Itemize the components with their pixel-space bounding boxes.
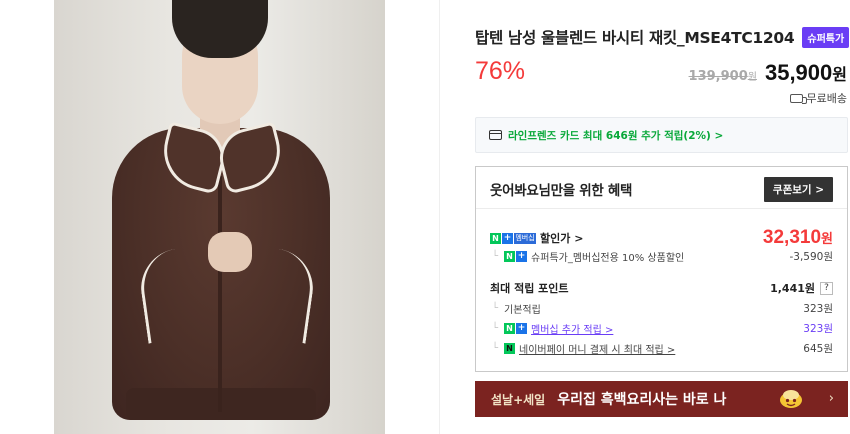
jacket-placket <box>218 176 222 412</box>
shipping-info: 무료배송 <box>789 90 847 106</box>
chevron-right-icon: › <box>828 391 834 406</box>
original-price: 139,900원 <box>688 69 757 84</box>
coupon-view-button[interactable]: 쿠폰보기 > <box>763 177 833 202</box>
membership-points-row: └ N + 멤버십 추가 적립 > 323원 <box>490 321 833 336</box>
benefit-heading: 웃어봐요님만을 위한 혜택 <box>490 183 633 199</box>
card-promo-banner[interactable]: 라인프렌즈 카드 최대 646원 추가 적립(2%) > <box>475 117 848 153</box>
basic-points-value: 323원 <box>803 303 833 315</box>
super-discount-value: -3,590원 <box>789 251 833 263</box>
discount-price-row: N + 멤버십 할인가 > 32,310원 <box>490 227 833 249</box>
product-title: 탑텐 남성 울블렌드 바시티 재킷_MSE4TC1204 <box>475 29 795 47</box>
super-deal-badge: 슈퍼특가 <box>802 26 850 48</box>
basic-points-row: └ 기본적립 323원 <box>490 301 833 316</box>
promo-banner[interactable]: 설날+세일 우리집 흑백요리사는 바로 나 › <box>475 381 848 417</box>
shipping-label: 무료배송 <box>806 92 847 105</box>
points-row: 최대 적립 포인트 1,441원 ? <box>490 280 833 296</box>
banner-tag: 설날+세일 <box>491 392 546 407</box>
price-row: 139,900원 35,900원 <box>689 60 847 86</box>
naver-pay-icon: N <box>504 343 516 354</box>
branch-mark: └ <box>492 251 499 262</box>
product-image[interactable] <box>54 0 385 434</box>
naver-plus-icon: N + <box>504 323 528 334</box>
sale-price: 35,900원 <box>764 60 847 85</box>
points-value: 1,441원 <box>770 282 815 295</box>
npay-points-link[interactable]: 네이버페이 머니 결제 시 최대 적립 > <box>519 341 675 356</box>
credit-card-icon <box>489 130 502 140</box>
naver-plus-icon: N + <box>504 251 528 262</box>
discount-rate: 76% <box>475 57 526 85</box>
column-divider <box>439 0 440 434</box>
benefit-panel: 웃어봐요님만을 위한 혜택 쿠폰보기 > N + 멤버십 할인가 > 32,310원… <box>475 166 848 372</box>
super-discount-label: 슈퍼특가_멤버십전용 10% 상품할인 <box>531 253 685 264</box>
discount-price-value: 32,310원 <box>762 227 833 248</box>
branch-mark: └ <box>492 323 499 334</box>
discount-price-label[interactable]: 할인가 > <box>540 230 583 246</box>
membership-points-value: 323원 <box>803 323 833 335</box>
branch-mark: └ <box>492 303 499 314</box>
help-icon[interactable]: ? <box>820 281 833 295</box>
truck-icon <box>789 93 807 104</box>
chef-emblem-icon <box>780 390 802 408</box>
points-label: 최대 적립 포인트 <box>490 282 569 295</box>
points-total: 1,441원 ? <box>770 280 833 296</box>
npay-points-value: 645원 <box>803 343 833 355</box>
membership-points-link[interactable]: 멤버십 추가 적립 > <box>531 321 613 336</box>
npay-points-row: └ N 네이버페이 머니 결제 시 최대 적립 > 645원 <box>490 341 833 356</box>
product-title-row: 탑텐 남성 울블렌드 바시티 재킷_MSE4TC1204 슈퍼특가 <box>475 26 850 48</box>
basic-points-label: 기본적립 <box>504 305 541 316</box>
benefit-divider <box>476 208 847 209</box>
banner-text: 우리집 흑백요리사는 바로 나 <box>557 392 727 408</box>
super-discount-row: └ N + 슈퍼특가_멤버십전용 10% 상품할인 -3,590원 <box>490 249 833 264</box>
branch-mark: └ <box>492 343 499 354</box>
model-hand <box>208 232 252 272</box>
naver-plus-membership-icon: N + 멤버십 <box>490 232 536 244</box>
card-promo-text[interactable]: 라인프렌즈 카드 최대 646원 추가 적립(2%) > <box>508 128 723 143</box>
